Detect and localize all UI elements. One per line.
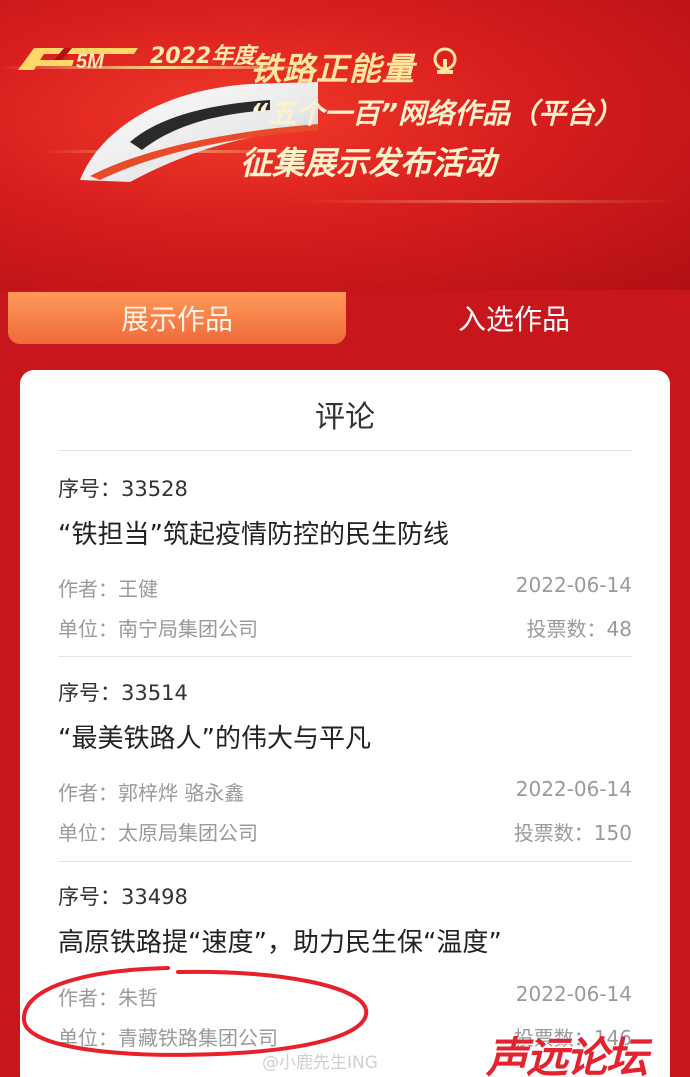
item-serial: 序号：33498 [58, 885, 188, 909]
banner-title-event: 征集展示发布活动 [240, 144, 497, 182]
item-title[interactable]: 高原铁路提“速度”，助力民生保“温度” [58, 922, 502, 959]
item-date: 2022-06-14 [515, 982, 632, 1006]
banner-title-sub: “五个一百”网络作品（平台） [250, 97, 623, 130]
tab-selected-works[interactable]: 入选作品 [346, 292, 682, 344]
railway-emblem-icon [433, 47, 457, 74]
hand-drawn-circle-annotation [21, 966, 369, 1057]
item-title[interactable]: “铁担当”筑起疫情防控的民生防线 [58, 514, 449, 551]
item-author: 作者：郭梓烨 骆永鑫 [58, 781, 245, 805]
banner-year: 2022年度 [150, 44, 256, 69]
light-streak [300, 200, 680, 203]
item-votes: 投票数：48 [526, 617, 632, 641]
item-unit: 单位：南宁局集团公司 [58, 617, 258, 641]
card-title: 评论 [315, 400, 375, 435]
item-title[interactable]: “最美铁路人”的伟大与平凡 [58, 718, 371, 755]
item-votes: 投票数：150 [513, 821, 632, 845]
item-serial: 序号：33514 [58, 681, 188, 705]
item-date: 2022-06-14 [515, 777, 632, 801]
site-logo-watermark: 声远论坛 [486, 1033, 648, 1077]
item-date: 2022-06-14 [515, 573, 632, 597]
event-banner: 5M 2022年度 铁路正能量 “五个一百”网络作品（平台） 征集展示发布活动 [0, 0, 690, 290]
banner-title-main: 铁路正能量 [250, 50, 416, 88]
list-item[interactable]: 序号：33528 “铁担当”筑起疫情防控的民生防线 作者：王健 2022-06-… [58, 450, 632, 655]
list-item[interactable]: 序号：33514 “最美铁路人”的伟大与平凡 作者：郭梓烨 骆永鑫 2022-0… [58, 656, 632, 861]
item-unit: 单位：太原局集团公司 [58, 821, 258, 845]
item-serial: 序号：33528 [58, 477, 188, 501]
weibo-watermark: @小鹿先生ING [262, 1053, 378, 1073]
tab-showcase-works[interactable]: 展示作品 [8, 292, 346, 344]
item-author: 作者：王健 [58, 577, 158, 601]
